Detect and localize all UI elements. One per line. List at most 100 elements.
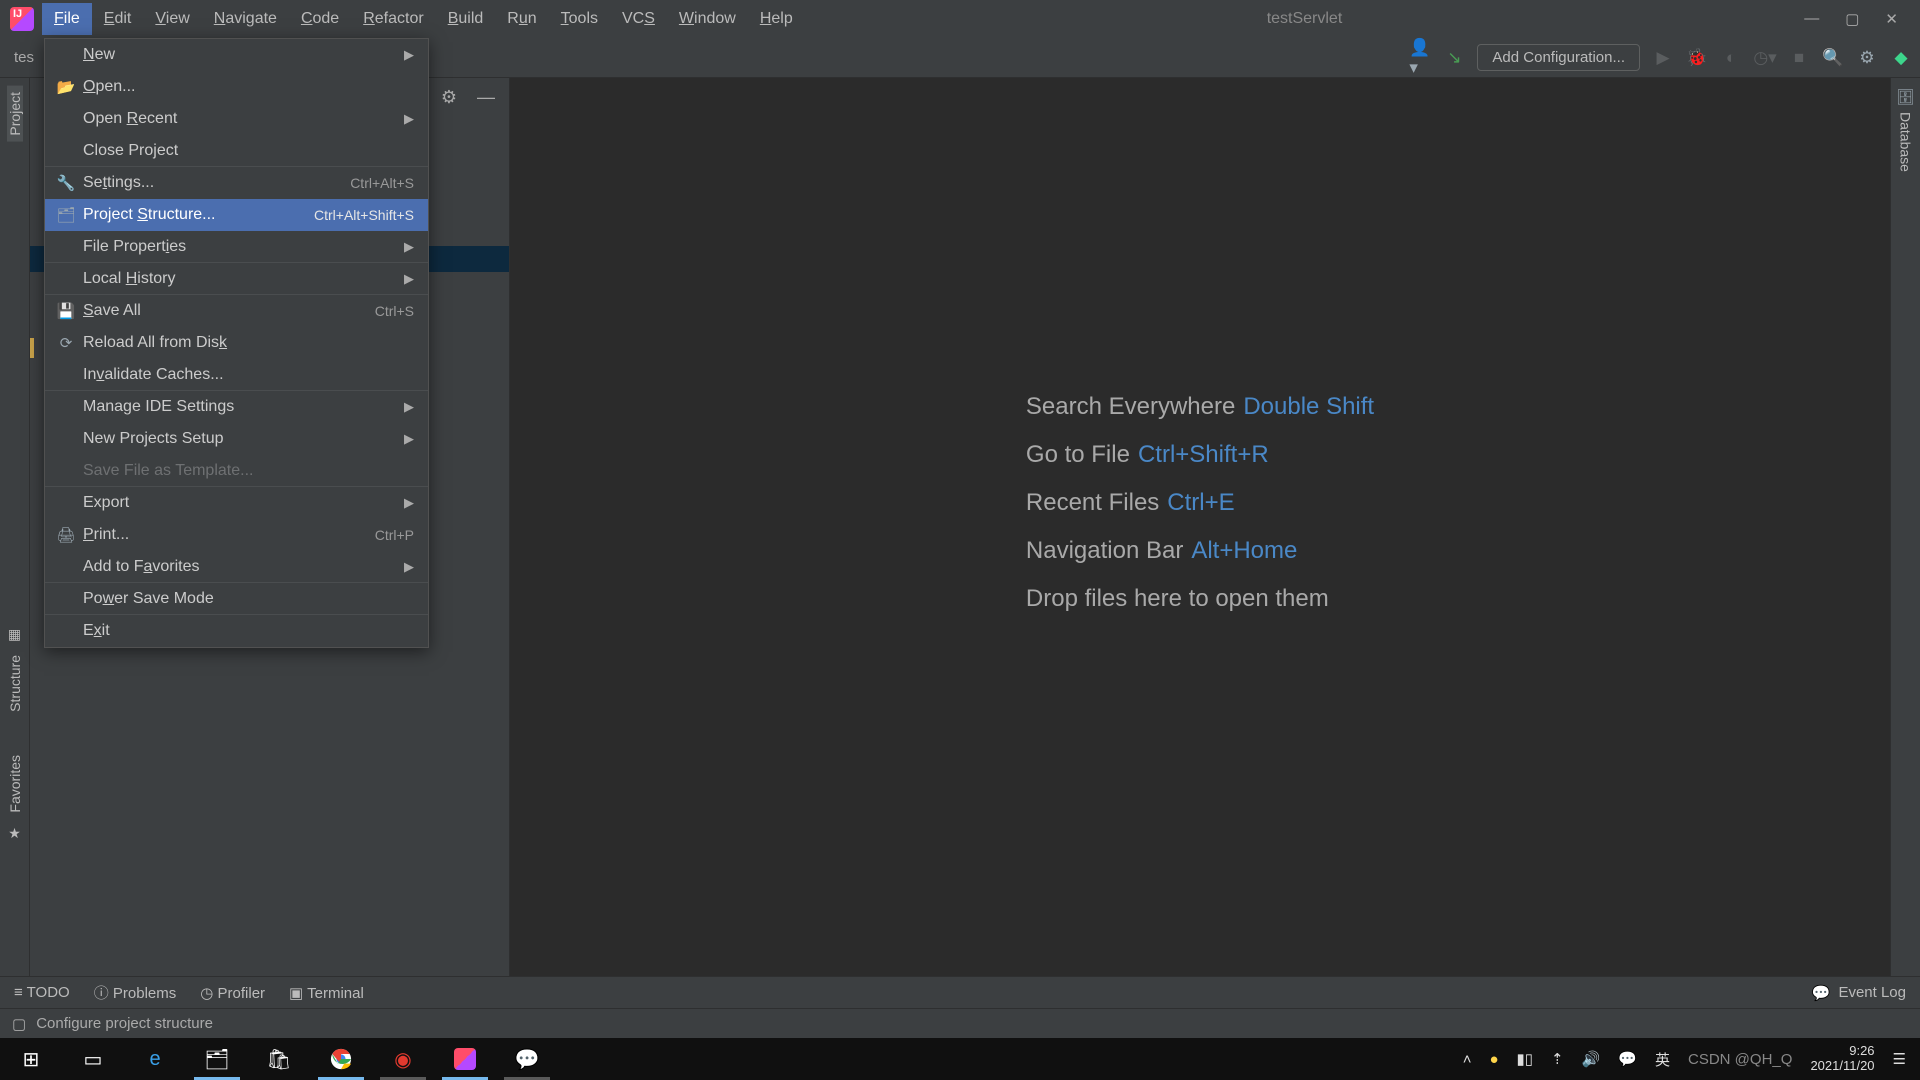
- menu-vcs[interactable]: VCS: [610, 3, 667, 35]
- tool-eventlog[interactable]: 💬 Event Log: [1812, 984, 1906, 1002]
- store-button[interactable]: 🛍: [248, 1038, 310, 1080]
- tool-structure[interactable]: Structure: [7, 649, 23, 718]
- close-icon[interactable]: ✕: [1885, 10, 1898, 28]
- menu-open-recent[interactable]: Open Recent▶: [45, 103, 428, 135]
- explorer-button[interactable]: 🗂: [186, 1038, 248, 1080]
- menu-help[interactable]: Help: [748, 3, 805, 35]
- notification-icon[interactable]: 💬: [1618, 1050, 1637, 1068]
- hint-goto-file: Go to FileCtrl+Shift+R: [1026, 431, 1374, 479]
- watermark: CSDN @QH_Q: [1688, 1051, 1792, 1068]
- menu-new[interactable]: New▶: [45, 39, 428, 71]
- menu-refactor[interactable]: Refactor: [351, 3, 435, 35]
- profile-icon[interactable]: ◷▾: [1754, 47, 1776, 69]
- menu-open[interactable]: 📂Open...: [45, 71, 428, 103]
- start-button[interactable]: ⊞: [0, 1038, 62, 1080]
- menu-export[interactable]: Export▶: [45, 487, 428, 519]
- maximize-icon[interactable]: ▢: [1845, 10, 1859, 28]
- task-view-button[interactable]: ▭: [62, 1038, 124, 1080]
- hammer-icon[interactable]: ↘: [1443, 47, 1465, 69]
- menu-manage-ide[interactable]: Manage IDE Settings▶: [45, 391, 428, 423]
- title-bar: File Edit View Navigate Code Refactor Bu…: [0, 0, 1920, 38]
- database-icon: 🗄: [1896, 88, 1915, 106]
- debug-icon[interactable]: 🐞: [1686, 47, 1708, 69]
- menu-exit[interactable]: Exit: [45, 615, 428, 647]
- menu-new-projects-setup[interactable]: New Projects Setup▶: [45, 423, 428, 455]
- menu-edit[interactable]: Edit: [92, 3, 144, 35]
- coverage-icon[interactable]: ◐: [1720, 47, 1742, 69]
- ide-window: File Edit View Navigate Code Refactor Bu…: [0, 0, 1920, 1038]
- run-icon[interactable]: ▶: [1652, 47, 1674, 69]
- scratch-marker: [30, 338, 34, 358]
- menu-view[interactable]: View: [143, 3, 201, 35]
- add-configuration-button[interactable]: Add Configuration...: [1477, 44, 1640, 71]
- structure-icon: 🗂: [55, 206, 77, 224]
- reload-icon: ⟳: [55, 334, 77, 352]
- tool-problems[interactable]: ⓘ Problems: [94, 982, 177, 1003]
- stop-icon[interactable]: ■: [1788, 47, 1810, 69]
- tool-terminal[interactable]: ▣ Terminal: [289, 984, 364, 1002]
- menu-build[interactable]: Build: [436, 3, 496, 35]
- menu-tools[interactable]: Tools: [549, 3, 610, 35]
- right-gutter: 🗄 Database: [1890, 78, 1920, 976]
- star-icon: ★: [8, 825, 21, 842]
- collapse-icon[interactable]: —: [477, 87, 495, 108]
- codewithme-icon[interactable]: 👤▾: [1409, 47, 1431, 69]
- netease-button[interactable]: ◉: [372, 1038, 434, 1080]
- menu-close-project[interactable]: Close Project: [45, 135, 428, 167]
- menu-run[interactable]: Run: [495, 3, 548, 35]
- wechat-button[interactable]: 💬: [496, 1038, 558, 1080]
- menu-file[interactable]: File: [42, 3, 92, 35]
- menu-file-properties[interactable]: File Properties▶: [45, 231, 428, 263]
- menu-navigate[interactable]: Navigate: [202, 3, 289, 35]
- window-title: testServlet: [805, 10, 1804, 28]
- tool-profiler[interactable]: ◷ Profiler: [200, 984, 265, 1002]
- clock[interactable]: 9:262021/11/20: [1810, 1044, 1874, 1074]
- menu-save-template: Save File as Template...: [45, 455, 428, 487]
- hint-recent-files: Recent FilesCtrl+E: [1026, 479, 1374, 527]
- minimize-icon[interactable]: —: [1804, 10, 1819, 28]
- bottom-tool-buttons: ≡ TODO ⓘ Problems ◷ Profiler ▣ Terminal …: [0, 976, 1920, 1008]
- menu-window[interactable]: Window: [667, 3, 748, 35]
- tool-todo[interactable]: ≡ TODO: [14, 984, 70, 1001]
- menu-project-structure[interactable]: 🗂Project Structure...Ctrl+Alt+Shift+S: [45, 199, 428, 231]
- search-icon[interactable]: 🔍: [1822, 47, 1844, 69]
- battery-icon[interactable]: ▮▯: [1517, 1050, 1534, 1068]
- system-tray: ˄ ● ▮▯ ⇡ 🔊 💬 英 CSDN @QH_Q 9:262021/11/20…: [1463, 1044, 1920, 1074]
- menu-print[interactable]: 🖨Print...Ctrl+P: [45, 519, 428, 551]
- breadcrumb[interactable]: tes: [8, 49, 34, 66]
- intellij-button[interactable]: [434, 1038, 496, 1080]
- hint-drop-files: Drop files here to open them: [1026, 575, 1374, 623]
- tray-app-icon[interactable]: ●: [1489, 1051, 1498, 1068]
- app-icon: [10, 7, 34, 31]
- menu-power-save[interactable]: Power Save Mode: [45, 583, 428, 615]
- action-center-icon[interactable]: ☰: [1893, 1050, 1906, 1068]
- volume-icon[interactable]: 🔊: [1582, 1050, 1601, 1068]
- tool-project[interactable]: Project: [7, 86, 23, 142]
- toolbox-icon[interactable]: ◆: [1890, 47, 1912, 69]
- chrome-button[interactable]: [310, 1038, 372, 1080]
- file-menu-dropdown: New▶ 📂Open... Open Recent▶ Close Project…: [44, 38, 429, 648]
- editor-area[interactable]: Search EverywhereDouble Shift Go to File…: [510, 78, 1890, 976]
- menu-add-favorites[interactable]: Add to Favorites▶: [45, 551, 428, 583]
- hint-search-everywhere: Search EverywhereDouble Shift: [1026, 383, 1374, 431]
- tool-favorites[interactable]: Favorites: [7, 749, 23, 819]
- gear-icon[interactable]: ⚙: [441, 87, 457, 108]
- menu-invalidate-caches[interactable]: Invalidate Caches...: [45, 359, 428, 391]
- edge-button[interactable]: e: [124, 1038, 186, 1080]
- hint-nav-bar: Navigation BarAlt+Home: [1026, 527, 1374, 575]
- menu-local-history[interactable]: Local History▶: [45, 263, 428, 295]
- folder-icon: 📂: [55, 78, 77, 96]
- statusbar-icon[interactable]: ▢: [12, 1015, 26, 1033]
- wrench-icon: 🔧: [55, 174, 77, 192]
- menu-settings[interactable]: 🔧Settings...Ctrl+Alt+S: [45, 167, 428, 199]
- tool-database[interactable]: Database: [1898, 106, 1914, 178]
- left-gutter: Project ▦ Structure Favorites ★: [0, 78, 30, 976]
- menu-code[interactable]: Code: [289, 3, 351, 35]
- settings-icon[interactable]: ⚙: [1856, 47, 1878, 69]
- save-icon: 💾: [55, 302, 77, 320]
- tray-expand-icon[interactable]: ˄: [1463, 1051, 1472, 1068]
- menu-save-all[interactable]: 💾Save AllCtrl+S: [45, 295, 428, 327]
- ime-indicator[interactable]: 英: [1655, 1049, 1670, 1070]
- menu-reload-disk[interactable]: ⟳Reload All from Disk: [45, 327, 428, 359]
- wifi-icon[interactable]: ⇡: [1551, 1050, 1564, 1068]
